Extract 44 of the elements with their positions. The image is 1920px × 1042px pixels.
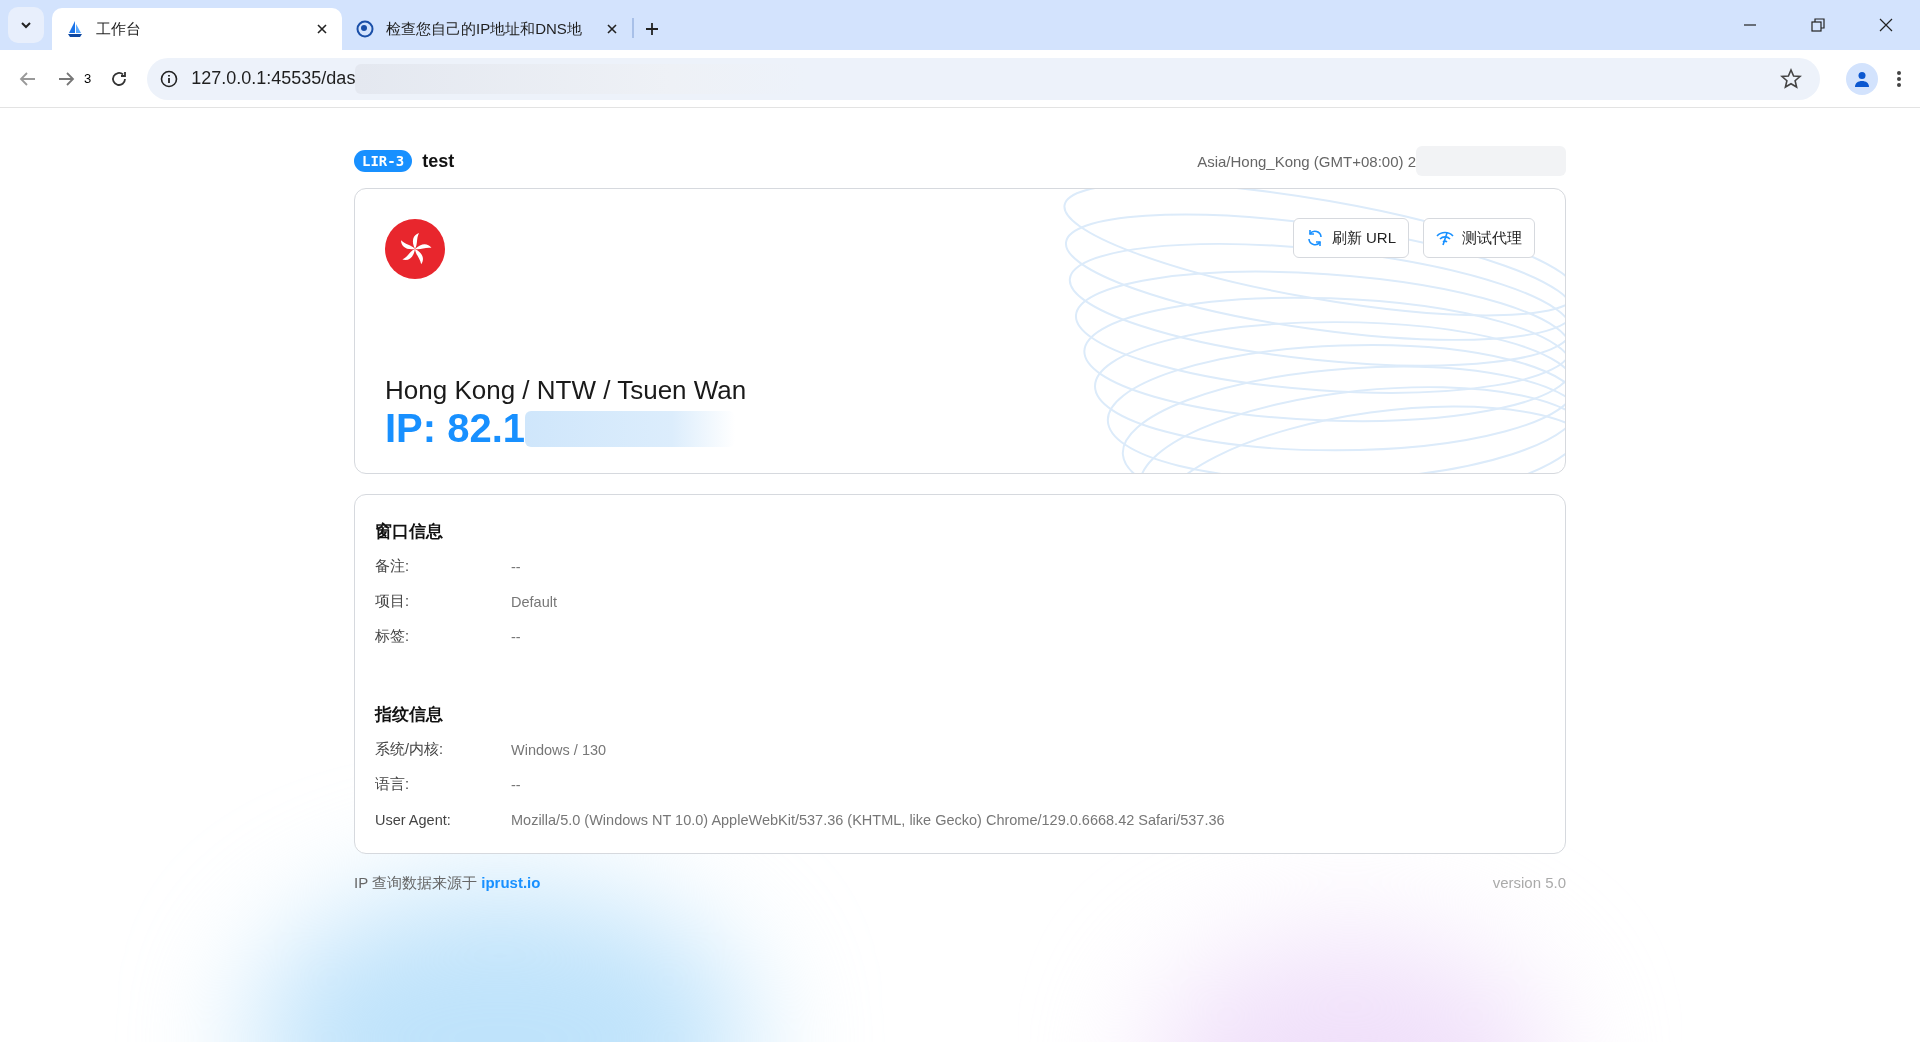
section-title: 窗口信息 bbox=[375, 521, 444, 543]
field-value: -- bbox=[511, 776, 521, 793]
field-label: 系统/内核: bbox=[375, 740, 445, 759]
tab-title: 工作台 bbox=[96, 19, 142, 39]
sailboat-icon bbox=[66, 20, 84, 38]
ip-address: IP: 82.1 bbox=[385, 406, 526, 451]
refresh-icon bbox=[1305, 229, 1324, 247]
source-note: IP 查询数据来源于 iprust.io bbox=[354, 874, 541, 893]
location-text: Hong Kong / NTW / Tsuen Wan bbox=[385, 375, 748, 406]
address-bar[interactable]: 127.0.0.1:45535/das bbox=[147, 57, 1820, 100]
field-label: 项目: bbox=[375, 592, 411, 611]
star-icon[interactable] bbox=[1780, 67, 1802, 90]
field-label: 备注: bbox=[375, 557, 411, 576]
version-text: version 5.0 bbox=[1492, 874, 1566, 893]
profile-name: test bbox=[422, 150, 455, 172]
field-value: Default bbox=[511, 593, 557, 610]
history-count: 3 bbox=[84, 71, 92, 86]
field-label: 标签: bbox=[375, 627, 411, 646]
restore-icon[interactable] bbox=[1810, 17, 1826, 33]
flag-icon bbox=[385, 219, 445, 279]
field-value: Mozilla/5.0 (Windows NT 10.0) AppleWebKit/537.36 (KHTML, like Gecko) Chrome/129.0.6668.42 Safari/537.36 bbox=[511, 811, 1225, 828]
info-icon[interactable] bbox=[159, 68, 180, 89]
signal-icon bbox=[1436, 229, 1454, 247]
tab-title: 检查您自己的IP地址和DNS地 bbox=[386, 19, 583, 39]
timezone-text: Asia/Hong_Kong (GMT+08:00) 2 bbox=[1197, 152, 1416, 170]
browser-tab[interactable]: 工作台 bbox=[52, 8, 342, 50]
badge: LIR-3 bbox=[354, 150, 413, 172]
person-icon bbox=[1853, 69, 1871, 88]
profile-avatar[interactable] bbox=[1846, 62, 1878, 95]
new-tab-icon[interactable] bbox=[644, 21, 660, 37]
field-label: User Agent: bbox=[375, 811, 452, 828]
field-label: 语言: bbox=[375, 775, 411, 794]
url-text: 127.0.0.1:45535/das bbox=[191, 68, 356, 89]
browser-tab[interactable]: 检查您自己的IP地址和DNS地 bbox=[342, 8, 632, 50]
section-title: 指纹信息 bbox=[375, 704, 444, 726]
field-value: -- bbox=[511, 628, 521, 645]
action-button[interactable]: 测试代理 bbox=[1423, 218, 1535, 258]
close-icon[interactable] bbox=[606, 23, 618, 35]
field-value: Windows / 130 bbox=[511, 741, 607, 758]
close-icon[interactable] bbox=[316, 23, 328, 35]
action-button[interactable]: 刷新 URL bbox=[1292, 218, 1409, 258]
more-icon[interactable] bbox=[1896, 68, 1902, 89]
field-value: -- bbox=[511, 558, 521, 575]
close-icon[interactable] bbox=[1878, 17, 1894, 33]
